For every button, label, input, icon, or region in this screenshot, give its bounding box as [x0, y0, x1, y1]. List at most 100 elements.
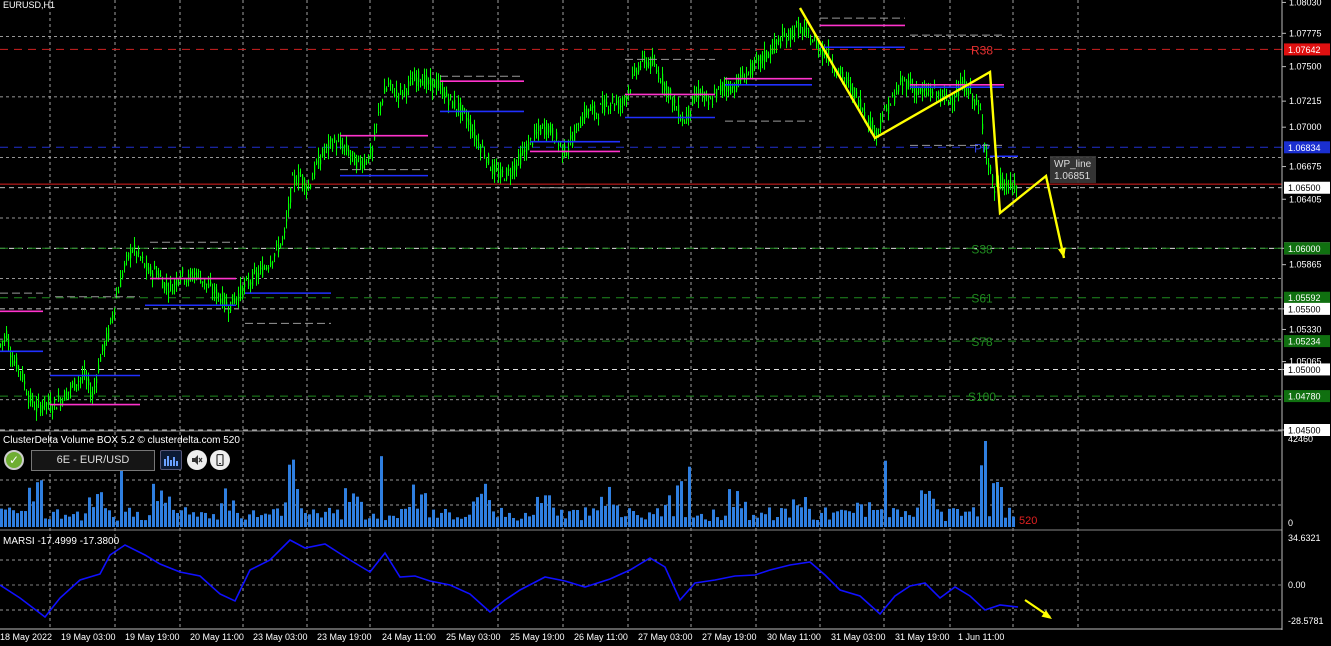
- volume-bar: [852, 512, 855, 527]
- volume-bar: [832, 512, 835, 527]
- volume-bar: [620, 517, 623, 527]
- candle-body: [292, 174, 294, 176]
- candle-body: [536, 132, 538, 134]
- volume-bar: [168, 496, 171, 527]
- candle-body: [688, 105, 690, 119]
- candle-body: [14, 361, 16, 364]
- candle-body: [592, 105, 594, 109]
- candle-body: [666, 85, 668, 94]
- candle-body: [20, 371, 22, 373]
- candle-body: [472, 131, 474, 136]
- candle-body: [936, 92, 938, 95]
- candle-body: [314, 164, 316, 176]
- volume-bar: [800, 507, 803, 527]
- volume-bar: [780, 508, 783, 527]
- candle-body: [488, 153, 490, 164]
- volume-bar: [356, 496, 359, 527]
- volume-bar: [260, 515, 263, 527]
- candle-body: [858, 99, 860, 108]
- candle-body: [538, 125, 540, 132]
- candle-body: [744, 81, 746, 83]
- volume-bar: [984, 441, 987, 527]
- volume-bar: [644, 519, 647, 527]
- candle-body: [350, 154, 352, 156]
- volume-bar: [368, 518, 371, 527]
- volume-bar: [656, 508, 659, 527]
- candle-body: [740, 74, 742, 81]
- volume-bar: [820, 512, 823, 527]
- candle-body: [244, 283, 246, 287]
- mute-icon[interactable]: [187, 450, 207, 470]
- volume-bar: [724, 515, 727, 527]
- wp-line-name: WP_line: [1054, 159, 1092, 170]
- time-tick-label: 20 May 11:00: [190, 632, 244, 642]
- candle-body: [854, 87, 856, 99]
- volume-bar: [108, 510, 111, 527]
- candle-body: [1000, 174, 1002, 188]
- phone-icon[interactable]: [210, 450, 230, 470]
- candle-body: [42, 406, 44, 409]
- candle-body: [636, 70, 638, 75]
- level-name: S100: [968, 390, 996, 404]
- candle-body: [684, 121, 686, 124]
- volume-bar: [308, 514, 311, 527]
- volume-bar: [464, 516, 467, 527]
- volume-bar: [1000, 487, 1003, 527]
- candle-body: [974, 99, 976, 107]
- candle-body: [710, 98, 712, 100]
- candle-body: [2, 341, 4, 343]
- price-level-badge-label: 1.06000: [1288, 244, 1321, 254]
- volume-bar: [1008, 507, 1011, 527]
- candle-body: [810, 42, 812, 45]
- candle-body: [336, 146, 338, 149]
- candle-body: [776, 40, 778, 45]
- volume-bar: [592, 508, 595, 527]
- time-tick-label: 1 Jun 11:00: [958, 632, 1004, 642]
- candle-body: [468, 119, 470, 125]
- candle-body: [638, 65, 640, 73]
- candle-body: [218, 293, 220, 298]
- candle-body: [844, 78, 846, 80]
- candle-body: [360, 160, 362, 166]
- volume-bar: [284, 502, 287, 527]
- volume-bar: [700, 513, 703, 527]
- candle-body: [862, 108, 864, 112]
- volume-bar: [148, 515, 151, 527]
- candle-body: [94, 386, 96, 388]
- candle-body: [4, 335, 6, 339]
- candle-body: [634, 67, 636, 73]
- candle-body: [448, 99, 450, 106]
- candle-body: [664, 82, 666, 91]
- trading-chart[interactable]: R38 PP S38 S61 S78 S100 EURUSD,H1 WP_line 1.0…: [0, 0, 1331, 646]
- candle-body: [722, 82, 724, 91]
- candle-body: [62, 399, 64, 404]
- candle-body: [54, 398, 56, 402]
- candle-body: [674, 99, 676, 104]
- candle-body: [204, 278, 206, 285]
- candle-body: [250, 282, 252, 285]
- candle-body: [768, 53, 770, 58]
- volume-bar: [12, 510, 15, 527]
- candle-body: [188, 273, 190, 282]
- bar-chart-icon[interactable]: [160, 450, 182, 470]
- candle-body: [176, 278, 178, 285]
- volume-bar: [128, 507, 131, 527]
- marsi-axis-zero: 0.00: [1288, 580, 1306, 590]
- candle-body: [248, 280, 250, 286]
- volume-bar: [340, 519, 343, 527]
- volume-bar: [468, 514, 471, 527]
- volume-bar: [416, 508, 419, 527]
- volume-bar: [552, 507, 555, 527]
- candle-body: [240, 285, 242, 295]
- candle-body: [258, 273, 260, 278]
- candle-body: [38, 400, 40, 402]
- volume-bar: [348, 501, 351, 527]
- candle-body: [986, 151, 988, 157]
- volume-bar: [692, 517, 695, 527]
- volume-instrument-box[interactable]: 6E - EUR/USD: [31, 450, 155, 471]
- candle-body: [478, 142, 480, 148]
- candle-body: [304, 179, 306, 189]
- volume-bar: [540, 503, 543, 527]
- volume-bar: [936, 509, 939, 527]
- check-icon[interactable]: ✓: [4, 450, 24, 470]
